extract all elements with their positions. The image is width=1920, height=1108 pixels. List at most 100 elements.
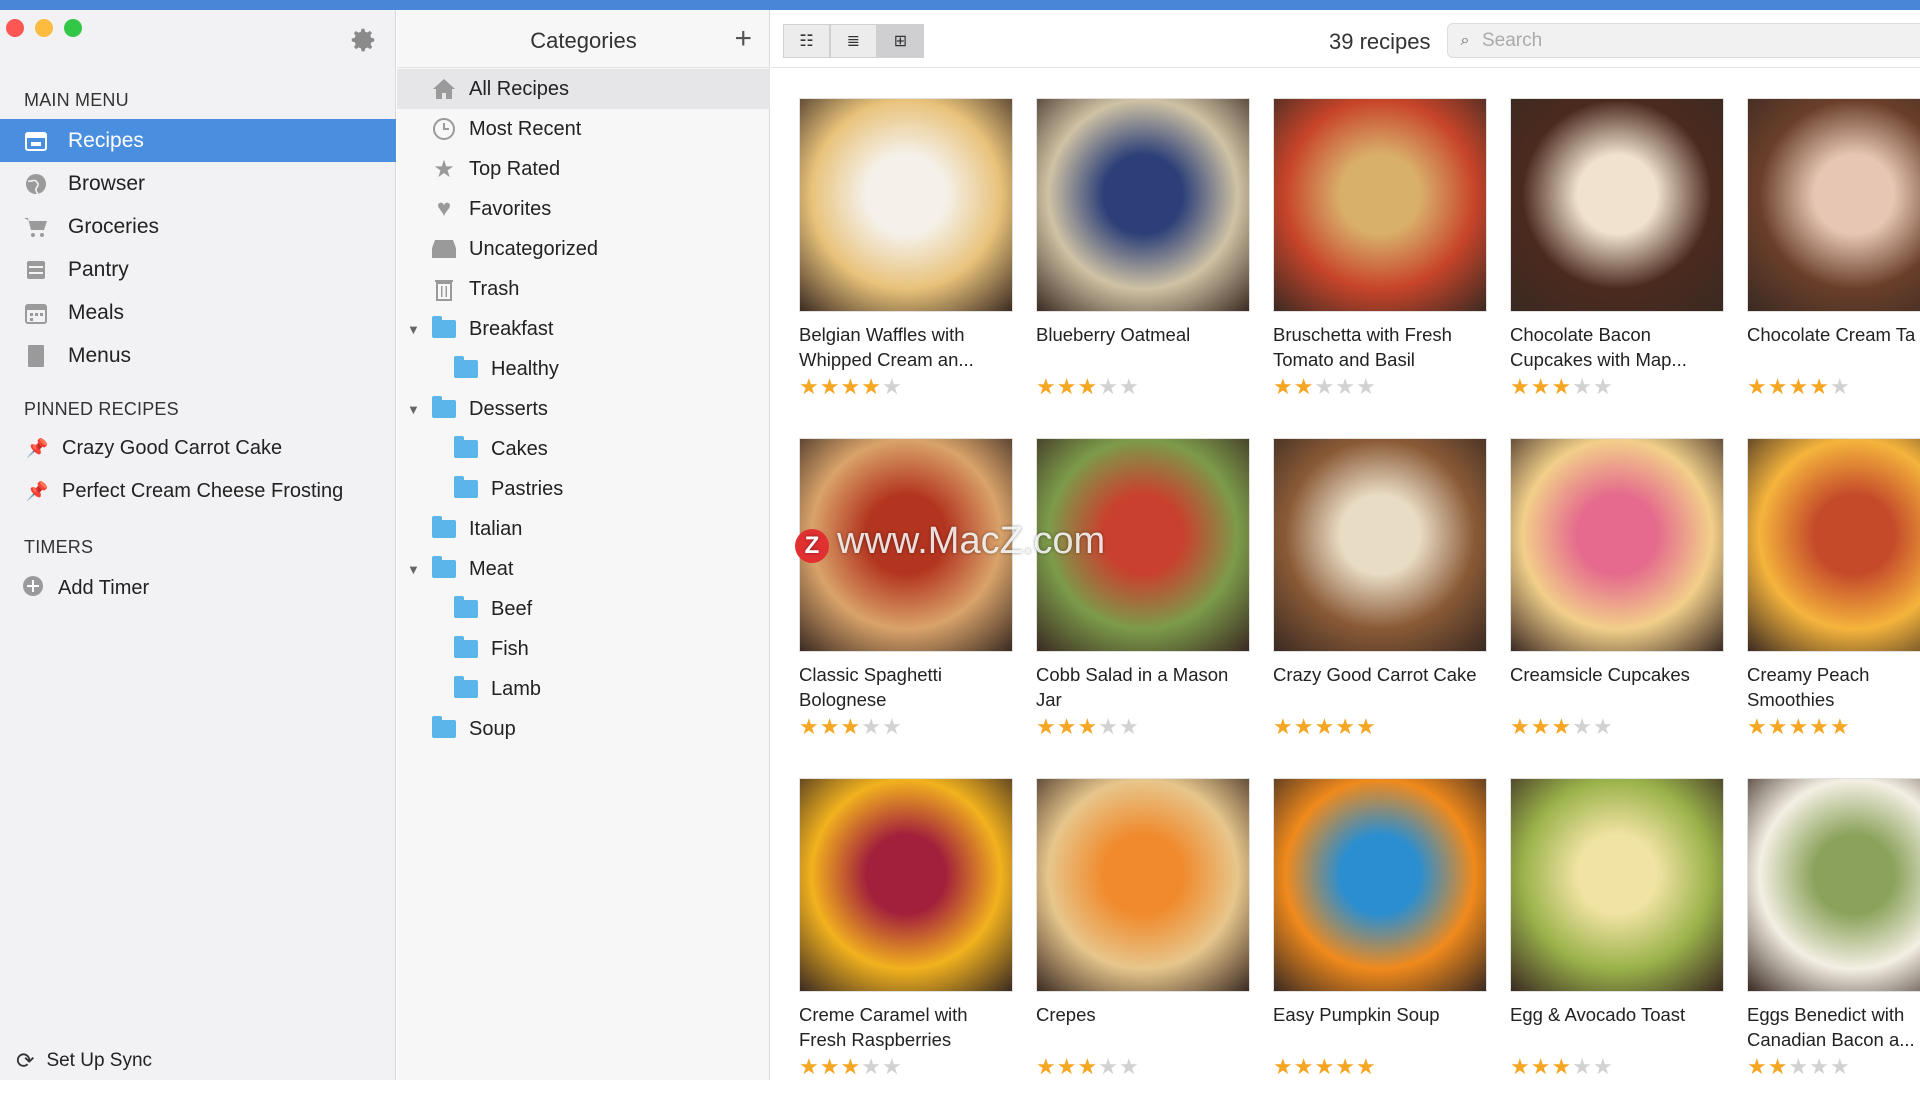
star-icon: ★ [1036, 714, 1057, 739]
category-label: Pastries [491, 477, 564, 500]
star-icon: ★ [1592, 1054, 1614, 1079]
sidebar-item-meals[interactable]: Meals [0, 291, 396, 334]
search-input[interactable] [1482, 29, 1902, 52]
category-all-recipes[interactable]: All Recipes [397, 69, 770, 109]
recipe-title: Belgian Waffles with Whipped Cream an... [799, 324, 974, 370]
star-icon: ★ [1788, 374, 1810, 399]
category-label: Trash [469, 277, 520, 300]
pinned-item[interactable]: 📌 Perfect Cream Cheese Frosting [0, 471, 396, 511]
category-breakfast[interactable]: ▼ Breakfast [397, 309, 770, 349]
category-favorites[interactable]: ♥ Favorites [397, 189, 770, 229]
recipe-card[interactable]: Creme Caramel with Fresh Raspberries ★★★★… [799, 778, 1013, 1108]
recipe-card[interactable]: Blueberry Oatmeal ★★★★★ [1036, 98, 1250, 428]
recipe-card[interactable]: Crazy Good Carrot Cake ★★★★★ [1273, 438, 1487, 768]
recipe-grid-area: ☷ ≣ ⊞ 39 recipes ⌕ Belgian Waffles with … [771, 10, 1920, 1080]
add-timer-button[interactable]: Add Timer [0, 568, 396, 608]
recipe-card[interactable]: Classic Spaghetti Bolognese ★★★★★ [799, 438, 1013, 768]
star-icon: ★ [1747, 1054, 1768, 1079]
add-circle-icon [22, 575, 44, 602]
recipe-title: Chocolate Cream Ta [1747, 324, 1916, 345]
star-icon: ★ [1767, 714, 1789, 739]
calendar-icon [22, 301, 50, 325]
category-desserts[interactable]: ▼ Desserts [397, 389, 770, 429]
recipe-card[interactable]: Bruschetta with Fresh Tomato and Basil ★★… [1273, 98, 1487, 428]
recipe-title: Crazy Good Carrot Cake [1273, 664, 1477, 685]
star-icon: ★ [1572, 1054, 1593, 1079]
sync-button[interactable]: ⟳ Set Up Sync [16, 1048, 152, 1074]
search-box[interactable]: ⌕ [1447, 23, 1920, 58]
grid-view-button[interactable]: ⊞ [877, 24, 924, 58]
recipe-photo [1747, 778, 1920, 992]
star-icon: ★ [840, 374, 862, 399]
recipe-card[interactable]: Chocolate Cream Ta ★★★★★ [1747, 98, 1920, 428]
category-healthy[interactable]: Healthy [397, 349, 770, 389]
view-switcher: ☷ ≣ ⊞ [783, 24, 924, 58]
recipe-photo [799, 778, 1013, 992]
recipe-card[interactable]: Creamy Peach Smoothies ★★★★★ [1747, 438, 1920, 768]
sidebar-item-label: Menus [68, 343, 132, 367]
sidebar-item-recipes[interactable]: Recipes [0, 119, 396, 162]
pin-icon: 📌 [26, 437, 49, 458]
add-category-button[interactable]: + [734, 22, 752, 56]
category-beef[interactable]: Beef [397, 589, 770, 629]
recipe-card[interactable]: Easy Pumpkin Soup ★★★★★ [1273, 778, 1487, 1108]
pinned-item[interactable]: 📌 Crazy Good Carrot Cake [0, 428, 396, 468]
zoom-window-button[interactable] [64, 19, 82, 37]
pinned-item-label: Crazy Good Carrot Cake [62, 436, 283, 459]
disclosure-triangle-icon[interactable]: ▼ [407, 402, 421, 417]
star-icon: ★ [1510, 1054, 1531, 1079]
star-icon: ★ [1118, 374, 1140, 399]
add-timer-label: Add Timer [58, 576, 150, 599]
recipe-card[interactable]: Belgian Waffles with Whipped Cream an...… [799, 98, 1013, 428]
recipe-toolbar: ☷ ≣ ⊞ 39 recipes ⌕ [771, 10, 1920, 68]
category-pastries[interactable]: Pastries [397, 469, 770, 509]
recipe-card[interactable]: Egg & Avocado Toast ★★★★★ [1510, 778, 1724, 1108]
sidebar-item-browser[interactable]: Browser [0, 162, 396, 205]
star-icon: ★ [819, 1054, 841, 1079]
recipe-photo [1510, 98, 1724, 312]
category-soup[interactable]: Soup [397, 709, 770, 749]
detail-list-icon: ☷ [799, 33, 814, 50]
detail-view-button[interactable]: ☷ [783, 24, 830, 58]
folder-icon [453, 356, 479, 380]
rating-stars: ★★★★★ [799, 374, 1013, 400]
category-italian[interactable]: Italian [397, 509, 770, 549]
recipe-card[interactable]: Chocolate Bacon Cupcakes with Map... ★★★★… [1510, 98, 1724, 428]
list-view-button[interactable]: ≣ [830, 24, 877, 58]
sidebar-item-menus[interactable]: Menus [0, 334, 396, 377]
recipe-card[interactable]: Eggs Benedict with Canadian Bacon a... ★★… [1747, 778, 1920, 1108]
category-most-recent[interactable]: Most Recent [397, 109, 770, 149]
sidebar: MAIN MENU Recipes Browser Groceries Pant… [0, 10, 396, 1080]
category-label: Top Rated [469, 157, 561, 180]
sidebar-item-groceries[interactable]: Groceries [0, 205, 396, 248]
recipe-card[interactable]: Cobb Salad in a Mason Jar ★★★★★ [1036, 438, 1250, 768]
star-icon: ★ [861, 374, 882, 399]
category-top-rated[interactable]: ★ Top Rated [397, 149, 770, 189]
star-icon: ★ [1098, 374, 1119, 399]
pantry-icon [22, 258, 50, 282]
category-trash[interactable]: Trash [397, 269, 770, 309]
category-fish[interactable]: Fish [397, 629, 770, 669]
star-icon: ★ [861, 1054, 882, 1079]
disclosure-triangle-icon[interactable]: ▼ [407, 562, 421, 577]
clock-icon [431, 118, 457, 140]
rating-stars: ★★★★★ [1747, 1054, 1920, 1080]
category-lamb[interactable]: Lamb [397, 669, 770, 709]
tray-icon [431, 238, 457, 260]
folder-icon [431, 516, 457, 540]
sync-label: Set Up Sync [46, 1050, 153, 1071]
star-icon: ★ [1510, 714, 1531, 739]
category-uncategorized[interactable]: Uncategorized [397, 229, 770, 269]
category-cakes[interactable]: Cakes [397, 429, 770, 469]
category-label: Meat [469, 557, 514, 580]
minimize-window-button[interactable] [35, 19, 53, 37]
close-window-button[interactable] [6, 19, 24, 37]
category-meat[interactable]: ▼ Meat [397, 549, 770, 589]
sidebar-item-pantry[interactable]: Pantry [0, 248, 396, 291]
gear-icon[interactable] [348, 25, 378, 55]
categories-title: Categories [530, 28, 637, 53]
disclosure-triangle-icon[interactable]: ▼ [407, 322, 421, 337]
recipe-card[interactable]: Crepes ★★★★★ [1036, 778, 1250, 1108]
recipe-card[interactable]: Creamsicle Cupcakes ★★★★★ [1510, 438, 1724, 768]
recipe-photo [1747, 98, 1920, 312]
